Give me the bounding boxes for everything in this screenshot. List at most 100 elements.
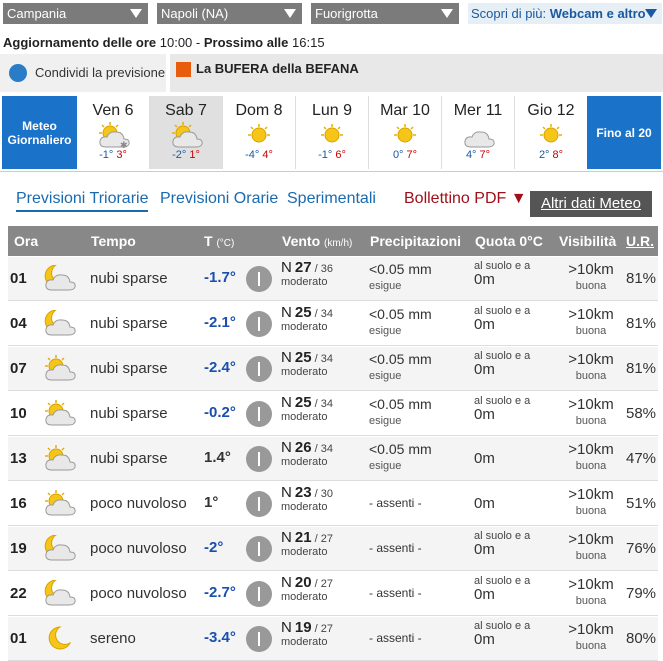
- humidity: 81%: [626, 315, 657, 332]
- weather-desc: nubi sparse: [90, 405, 168, 422]
- header-quota: Quota 0°C: [475, 233, 543, 249]
- day-card[interactable]: Gio 12 2° 8°: [515, 96, 588, 169]
- update-sep: -: [192, 35, 204, 50]
- header-t-label: T: [204, 233, 213, 249]
- precipitation-value: - assenti -: [369, 496, 422, 510]
- temperature: -2.1°: [204, 314, 236, 331]
- tab-previsioni-triorarie[interactable]: Previsioni Triorarie: [16, 190, 149, 212]
- wind-desc: moderato: [281, 321, 328, 333]
- day-name: Gio 12: [527, 102, 575, 119]
- wind: N 25 / 34 moderato: [281, 394, 333, 424]
- visibility-desc: buona: [575, 415, 607, 427]
- visibility-value: >10km: [568, 306, 614, 323]
- visibility-value: >10km: [568, 396, 614, 413]
- temperature: -1.7°: [204, 269, 236, 286]
- share-button[interactable]: Condividi la previsione: [0, 54, 166, 92]
- precipitation: <0.05 mm esigue: [369, 307, 432, 339]
- precipitation-value: <0.05 mm: [369, 396, 432, 412]
- visibility-desc: buona: [575, 370, 607, 382]
- precipitation: <0.05 mm esigue: [369, 352, 432, 384]
- row-hour: 01: [10, 270, 27, 287]
- day-name: Lun 9: [311, 102, 353, 119]
- freezing-level: al suolo e a 0m: [474, 575, 530, 603]
- day-temps: -1° 3°: [77, 149, 149, 161]
- visibility-value: >10km: [568, 261, 614, 278]
- day-max: 3°: [116, 149, 127, 161]
- meteo-giornaliero-label: Meteo Giornaliero: [7, 118, 72, 147]
- precipitation-value: <0.05 mm: [369, 306, 432, 322]
- wind-speed: 27: [294, 259, 312, 276]
- province-select[interactable]: Napoli (NA): [157, 3, 302, 24]
- moon-cloud-icon: [42, 579, 76, 608]
- wind-gust: / 27: [314, 533, 334, 545]
- precipitation-desc: esigue: [369, 280, 402, 292]
- day-name: Ven 6: [92, 102, 134, 119]
- day-card[interactable]: Mer 11 4° 7°: [442, 96, 515, 169]
- table-row: 16 poco nuvoloso 1° N 23 / 30 moderato - asse…: [8, 482, 658, 526]
- wind: N 25 / 34 moderato: [281, 305, 333, 334]
- precipitation-desc: esigue: [369, 460, 402, 472]
- wind-direction-icon: [246, 401, 272, 427]
- wind: N 23 / 30 moderato: [281, 485, 333, 514]
- precipitation: - assenti -: [369, 586, 422, 600]
- visibility: >10km buona: [565, 397, 617, 429]
- wind-direction-icon: [246, 311, 272, 337]
- bollettino-pdf-link[interactable]: Bollettino PDF ▼: [404, 190, 527, 208]
- visibility-desc: buona: [575, 325, 607, 337]
- day-min: 4°: [465, 149, 477, 161]
- wind-speed: 25: [294, 394, 312, 411]
- cloud-icon: [461, 122, 495, 148]
- visibility-value: >10km: [568, 486, 614, 503]
- header-t: T (°C): [204, 233, 234, 249]
- day-temps: -4° 4°: [223, 149, 295, 161]
- update-label: Aggiornamento delle ore: [3, 35, 160, 50]
- humidity: 58%: [626, 405, 657, 422]
- day-card[interactable]: Sab 7 -2° 1°: [150, 96, 223, 169]
- share-bar: Condividi la previsione La BUFERA della …: [0, 54, 663, 92]
- bufera-banner[interactable]: La BUFERA della BEFANA: [170, 54, 663, 92]
- header-precipitazioni: Precipitazioni: [370, 233, 462, 249]
- tab-sperimentali[interactable]: Sperimentali: [287, 190, 376, 208]
- day-card[interactable]: Mar 10 0° 7°: [369, 96, 442, 169]
- tab-previsioni-orarie[interactable]: Previsioni Orarie: [160, 190, 278, 208]
- day-card[interactable]: Dom 8 -4° 4°: [223, 96, 296, 169]
- precipitation: - assenti -: [369, 631, 422, 645]
- row-hour: 04: [10, 315, 27, 332]
- weather-desc: nubi sparse: [90, 450, 168, 467]
- fino-al-20-button[interactable]: Fino al 20: [587, 96, 661, 169]
- day-max: 4°: [262, 149, 273, 161]
- update-time: 10:00: [159, 35, 193, 50]
- visibility: >10km buona: [565, 307, 617, 339]
- day-card[interactable]: Lun 9 -1° 6°: [296, 96, 369, 169]
- wind-desc: moderato: [281, 636, 328, 648]
- news-icon: [176, 62, 191, 77]
- header-vento-label: Vento: [282, 233, 321, 249]
- visibility-desc: buona: [575, 595, 607, 607]
- table-row: 07 nubi sparse -2.4° N 25 / 34 moderato <0.05…: [8, 347, 658, 391]
- altri-dati-meteo-button[interactable]: Altri dati Meteo: [530, 191, 652, 217]
- meteo-giornaliero-button[interactable]: Meteo Giornaliero: [2, 96, 77, 169]
- wind-speed: 25: [294, 349, 312, 366]
- scopri-link: Webcam e altro: [549, 6, 646, 21]
- province-value: Napoli (NA): [161, 6, 229, 21]
- freezing-level-value: 0m: [474, 316, 495, 333]
- locality-select[interactable]: Fuorigrotta: [311, 3, 459, 24]
- scopri-dropdown[interactable]: Scopri di più: Webcam e altro: [468, 3, 662, 24]
- region-select[interactable]: Campania: [3, 3, 148, 24]
- row-hour: 22: [10, 585, 27, 602]
- table-header: Ora Tempo T (°C) Vento (km/h) Precipitaz…: [8, 226, 658, 256]
- day-min: -1°: [99, 149, 114, 161]
- region-value: Campania: [7, 6, 67, 21]
- visibility-desc: buona: [575, 460, 607, 472]
- table-row: 01 sereno -3.4° N 19 / 27 moderato - assenti …: [8, 617, 658, 661]
- header-tempo: Tempo: [91, 233, 136, 249]
- wind-dir: N: [281, 349, 292, 366]
- wind-direction-icon: [246, 536, 272, 562]
- sun-cloud-icon: [42, 490, 76, 518]
- day-name: Sab 7: [165, 102, 207, 119]
- table-row: 13 nubi sparse 1.4° N 26 / 34 moderato <0.05 …: [8, 437, 658, 481]
- day-card[interactable]: Ven 6 ✱ -1° 3°: [77, 96, 150, 169]
- freezing-level-value: 0m: [474, 586, 495, 603]
- precipitation: - assenti -: [369, 496, 422, 510]
- precipitation-desc: esigue: [369, 415, 402, 427]
